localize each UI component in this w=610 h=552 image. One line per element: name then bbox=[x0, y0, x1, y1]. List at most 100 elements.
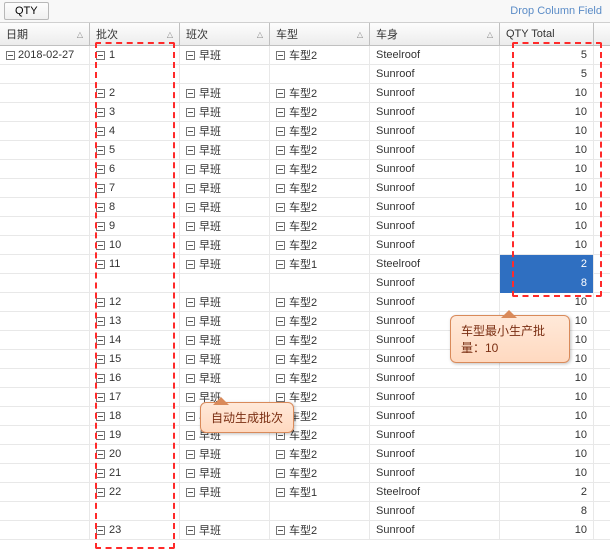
collapse-icon[interactable] bbox=[6, 51, 15, 60]
table-row[interactable]: Sunroof8 bbox=[0, 274, 610, 293]
table-row[interactable]: 2018-02-271早班车型2Steelroof5 bbox=[0, 46, 610, 65]
collapse-icon[interactable] bbox=[186, 336, 195, 345]
collapse-icon[interactable] bbox=[96, 51, 105, 60]
collapse-icon[interactable] bbox=[96, 374, 105, 383]
collapse-icon[interactable] bbox=[96, 146, 105, 155]
collapse-icon[interactable] bbox=[96, 412, 105, 421]
collapse-icon[interactable] bbox=[96, 393, 105, 402]
collapse-icon[interactable] bbox=[276, 127, 285, 136]
collapse-icon[interactable] bbox=[276, 184, 285, 193]
table-row[interactable]: 21早班车型2Sunroof10 bbox=[0, 464, 610, 483]
table-row[interactable]: 5早班车型2Sunroof10 bbox=[0, 141, 610, 160]
header-cartype[interactable]: 车型△ bbox=[270, 23, 370, 45]
collapse-icon[interactable] bbox=[276, 298, 285, 307]
collapse-icon[interactable] bbox=[186, 450, 195, 459]
table-row[interactable]: 19早班车型2Sunroof10 bbox=[0, 426, 610, 445]
table-row[interactable]: 10早班车型2Sunroof10 bbox=[0, 236, 610, 255]
table-row[interactable]: 9早班车型2Sunroof10 bbox=[0, 217, 610, 236]
cell-batch: 3 bbox=[90, 103, 180, 122]
table-row[interactable]: 6早班车型2Sunroof10 bbox=[0, 160, 610, 179]
collapse-icon[interactable] bbox=[276, 108, 285, 117]
collapse-icon[interactable] bbox=[96, 222, 105, 231]
drop-column-hint[interactable]: Drop Column Field bbox=[510, 5, 606, 17]
collapse-icon[interactable] bbox=[186, 317, 195, 326]
collapse-icon[interactable] bbox=[276, 450, 285, 459]
collapse-icon[interactable] bbox=[186, 488, 195, 497]
collapse-icon[interactable] bbox=[276, 241, 285, 250]
collapse-icon[interactable] bbox=[186, 184, 195, 193]
collapse-icon[interactable] bbox=[186, 146, 195, 155]
collapse-icon[interactable] bbox=[186, 469, 195, 478]
collapse-icon[interactable] bbox=[276, 336, 285, 345]
header-body[interactable]: 车身△ bbox=[370, 23, 500, 45]
collapse-icon[interactable] bbox=[96, 336, 105, 345]
collapse-icon[interactable] bbox=[276, 355, 285, 364]
collapse-icon[interactable] bbox=[276, 374, 285, 383]
collapse-icon[interactable] bbox=[186, 51, 195, 60]
collapse-icon[interactable] bbox=[186, 108, 195, 117]
collapse-icon[interactable] bbox=[96, 431, 105, 440]
collapse-icon[interactable] bbox=[276, 469, 285, 478]
table-row[interactable]: 23早班车型2Sunroof10 bbox=[0, 521, 610, 540]
collapse-icon[interactable] bbox=[96, 203, 105, 212]
collapse-icon[interactable] bbox=[186, 431, 195, 440]
collapse-icon[interactable] bbox=[96, 260, 105, 269]
table-row[interactable]: 17早班车型2Sunroof10 bbox=[0, 388, 610, 407]
collapse-icon[interactable] bbox=[186, 374, 195, 383]
table-row[interactable]: 3早班车型2Sunroof10 bbox=[0, 103, 610, 122]
collapse-icon[interactable] bbox=[96, 450, 105, 459]
collapse-icon[interactable] bbox=[276, 89, 285, 98]
collapse-icon[interactable] bbox=[96, 488, 105, 497]
collapse-icon[interactable] bbox=[96, 184, 105, 193]
collapse-icon[interactable] bbox=[186, 412, 195, 421]
collapse-icon[interactable] bbox=[186, 355, 195, 364]
table-row[interactable]: Sunroof8 bbox=[0, 502, 610, 521]
table-row[interactable]: 12早班车型2Sunroof10 bbox=[0, 293, 610, 312]
collapse-icon[interactable] bbox=[96, 89, 105, 98]
table-row[interactable]: 22早班车型1Steelroof2 bbox=[0, 483, 610, 502]
table-row[interactable]: 16早班车型2Sunroof10 bbox=[0, 369, 610, 388]
collapse-icon[interactable] bbox=[186, 393, 195, 402]
collapse-icon[interactable] bbox=[96, 127, 105, 136]
collapse-icon[interactable] bbox=[186, 165, 195, 174]
collapse-icon[interactable] bbox=[96, 355, 105, 364]
header-qty-total[interactable]: QTY Total bbox=[500, 23, 594, 45]
collapse-icon[interactable] bbox=[186, 526, 195, 535]
collapse-icon[interactable] bbox=[96, 108, 105, 117]
collapse-icon[interactable] bbox=[96, 469, 105, 478]
collapse-icon[interactable] bbox=[276, 317, 285, 326]
collapse-icon[interactable] bbox=[276, 260, 285, 269]
collapse-icon[interactable] bbox=[186, 222, 195, 231]
collapse-icon[interactable] bbox=[276, 526, 285, 535]
collapse-icon[interactable] bbox=[186, 298, 195, 307]
collapse-icon[interactable] bbox=[186, 203, 195, 212]
table-row[interactable]: 20早班车型2Sunroof10 bbox=[0, 445, 610, 464]
table-row[interactable]: Sunroof5 bbox=[0, 65, 610, 84]
collapse-icon[interactable] bbox=[276, 393, 285, 402]
table-row[interactable]: 8早班车型2Sunroof10 bbox=[0, 198, 610, 217]
qty-button[interactable]: QTY bbox=[4, 2, 49, 20]
table-row[interactable]: 4早班车型2Sunroof10 bbox=[0, 122, 610, 141]
collapse-icon[interactable] bbox=[276, 222, 285, 231]
header-shift[interactable]: 班次△ bbox=[180, 23, 270, 45]
collapse-icon[interactable] bbox=[276, 488, 285, 497]
collapse-icon[interactable] bbox=[276, 203, 285, 212]
collapse-icon[interactable] bbox=[186, 89, 195, 98]
collapse-icon[interactable] bbox=[186, 260, 195, 269]
table-row[interactable]: 18早班车型2Sunroof10 bbox=[0, 407, 610, 426]
table-row[interactable]: 11早班车型1Steelroof2 bbox=[0, 255, 610, 274]
collapse-icon[interactable] bbox=[96, 317, 105, 326]
collapse-icon[interactable] bbox=[96, 241, 105, 250]
collapse-icon[interactable] bbox=[96, 165, 105, 174]
table-row[interactable]: 7早班车型2Sunroof10 bbox=[0, 179, 610, 198]
collapse-icon[interactable] bbox=[96, 526, 105, 535]
collapse-icon[interactable] bbox=[276, 51, 285, 60]
collapse-icon[interactable] bbox=[276, 146, 285, 155]
table-row[interactable]: 2早班车型2Sunroof10 bbox=[0, 84, 610, 103]
collapse-icon[interactable] bbox=[96, 298, 105, 307]
collapse-icon[interactable] bbox=[186, 241, 195, 250]
header-date[interactable]: 日期△ bbox=[0, 23, 90, 45]
header-batch[interactable]: 批次△ bbox=[90, 23, 180, 45]
collapse-icon[interactable] bbox=[276, 165, 285, 174]
collapse-icon[interactable] bbox=[186, 127, 195, 136]
